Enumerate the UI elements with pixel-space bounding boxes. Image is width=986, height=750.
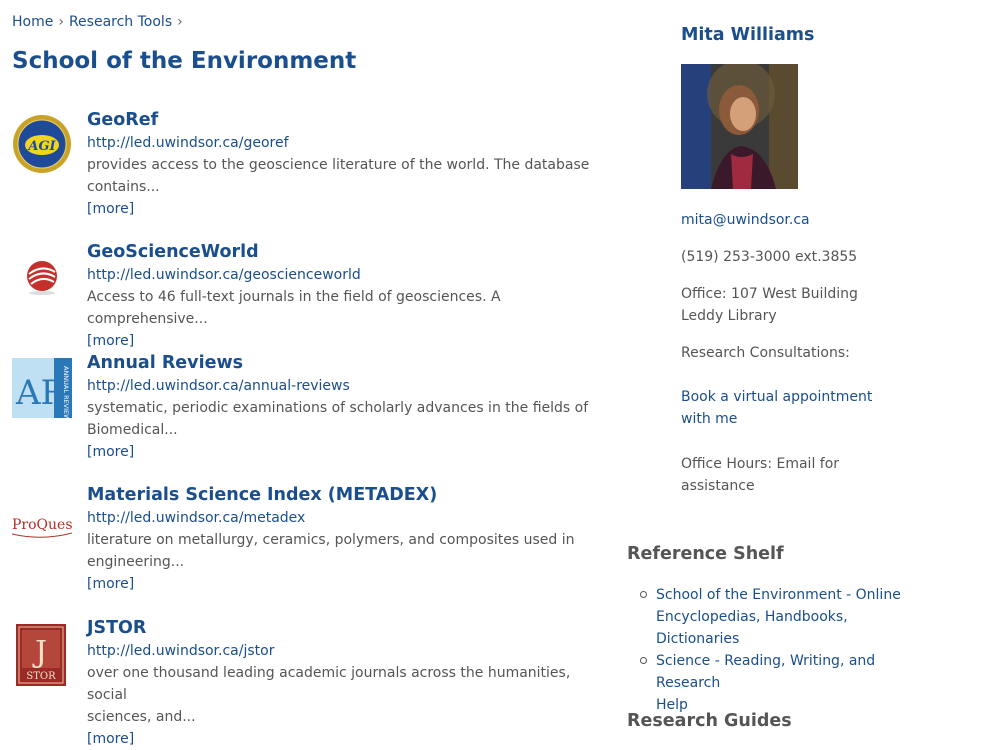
book-appointment-link-cont[interactable]: with me (681, 408, 737, 430)
profile-email-link[interactable]: mita@uwindsor.ca (681, 209, 810, 231)
profile-name: Mita Williams (681, 25, 815, 45)
proquest-logo-text: ProQuest (12, 517, 72, 533)
database-body: Materials Science Index (METADEX) http:/… (87, 483, 607, 595)
database-body: Annual Reviews http://led.uwindsor.ca/an… (87, 351, 607, 463)
database-description-cont: sciences, and... (87, 709, 196, 725)
database-title-link[interactable]: Materials Science Index (METADEX) (87, 483, 607, 507)
database-url-link[interactable]: http://led.uwindsor.ca/geoscienceworld (87, 264, 607, 286)
breadcrumb-home[interactable]: Home (12, 14, 53, 30)
breadcrumb: Home › Research Tools › (12, 14, 188, 30)
database-description: literature on metallurgy, ceramics, poly… (87, 532, 575, 548)
geoscienceworld-logo-icon (12, 246, 72, 306)
database-url-link[interactable]: http://led.uwindsor.ca/annual-reviews (87, 375, 607, 397)
database-body: GeoScienceWorld http://led.uwindsor.ca/g… (87, 240, 607, 352)
reference-shelf-link[interactable]: School of the Environment - Online Encyc… (656, 584, 940, 650)
research-guides-heading: Research Guides (627, 711, 792, 731)
more-link[interactable]: [more] (87, 573, 607, 595)
jstor-logo-icon: J STOR (12, 624, 72, 686)
agi-logo-icon: AGI (12, 114, 72, 174)
database-title-link[interactable]: Annual Reviews (87, 351, 607, 375)
database-url-link[interactable]: http://led.uwindsor.ca/metadex (87, 507, 607, 529)
database-url-link[interactable]: http://led.uwindsor.ca/jstor (87, 640, 607, 662)
reference-shelf-link[interactable]: Science - Reading, Writing, and Research… (656, 650, 940, 716)
page: Home › Research Tools › School of the Envir… (0, 0, 986, 747)
more-link[interactable]: [more] (87, 198, 607, 220)
link-line: School of the Environment - Online (656, 587, 901, 603)
avatar (681, 60, 798, 189)
database-description-cont: engineering... (87, 554, 185, 570)
breadcrumb-research-tools[interactable]: Research Tools (69, 14, 172, 30)
breadcrumb-separator: › (58, 14, 64, 30)
database-body: GeoRef http://led.uwindsor.ca/georef pro… (87, 108, 607, 220)
database-description: provides access to the geoscience litera… (87, 157, 590, 173)
bullet-icon (640, 657, 647, 664)
database-title-link[interactable]: GeoScienceWorld (87, 240, 607, 264)
list-item: School of the Environment - Online Encyc… (640, 584, 940, 650)
reference-shelf-list: School of the Environment - Online Encyc… (640, 584, 940, 716)
profile-office-building: Leddy Library (681, 308, 777, 324)
profile-phone: (519) 253-3000 ext.3855 (681, 249, 858, 265)
reference-shelf-heading: Reference Shelf (627, 544, 784, 564)
proquest-logo-icon: ProQuest (11, 491, 79, 551)
book-appointment-link[interactable]: Book a virtual appointment (681, 386, 872, 408)
database-description: Access to 46 full-text journals in the f… (87, 289, 501, 327)
list-item: Science - Reading, Writing, and Research… (640, 650, 940, 716)
consultations-label: Research Consultations: (681, 345, 850, 361)
database-description-cont: Biomedical... (87, 422, 178, 438)
link-line: Dictionaries (656, 631, 740, 647)
profile-office: Office: 107 West Building (681, 286, 858, 302)
more-link[interactable]: [more] (87, 441, 607, 463)
jstor-logo-text: J (32, 635, 47, 670)
office-hours-cont: assistance (681, 478, 755, 494)
more-link[interactable]: [more] (87, 330, 607, 352)
librarian-profile: Mita Williams mita@uwindsor.ca (519) 253… (681, 22, 981, 494)
more-link[interactable]: [more] (87, 728, 607, 750)
database-description: over one thousand leading academic journ… (87, 665, 571, 703)
database-description: systematic, periodic examinations of sch… (87, 400, 589, 416)
database-title-link[interactable]: JSTOR (87, 616, 607, 640)
database-body: JSTOR http://led.uwindsor.ca/jstor over … (87, 616, 607, 750)
database-description-cont: contains... (87, 179, 160, 195)
database-url-link[interactable]: http://led.uwindsor.ca/georef (87, 132, 607, 154)
jstor-logo-subtext: STOR (26, 671, 56, 682)
page-title: School of the Environment (12, 48, 357, 74)
breadcrumb-separator: › (177, 14, 183, 30)
database-title-link[interactable]: GeoRef (87, 108, 607, 132)
annual-reviews-logo-icon: AR ANNUAL REVIEWS (12, 358, 72, 425)
annual-reviews-logo-text: AR (15, 373, 68, 413)
link-line: Science - Reading, Writing, and Research (656, 653, 876, 691)
office-hours: Office Hours: Email for (681, 456, 840, 472)
bullet-icon (640, 591, 647, 598)
agi-logo-text: AGI (26, 139, 56, 154)
link-line: Encyclopedias, Handbooks, (656, 609, 848, 625)
annual-reviews-logo-subtext: ANNUAL REVIEWS (62, 366, 70, 418)
